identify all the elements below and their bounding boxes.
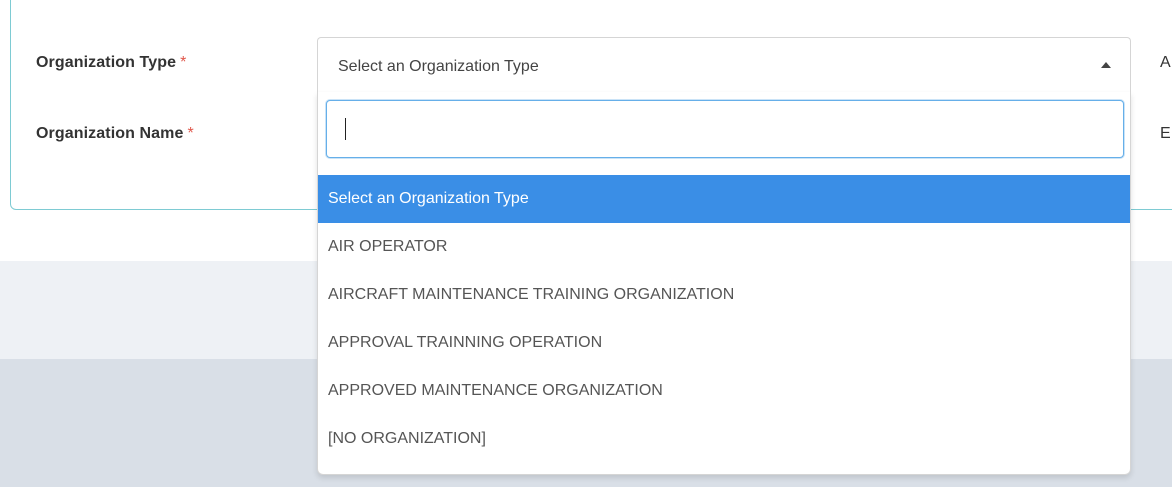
right-column-label-2: E — [1160, 125, 1171, 142]
text-cursor — [345, 118, 346, 140]
caret-up-icon — [1101, 62, 1111, 68]
organization-name-label-text: Organization Name — [36, 125, 184, 142]
select-current-value: Select an Organization Type — [338, 58, 539, 75]
right-column-label-1: A — [1160, 54, 1171, 71]
option-approved-maintenance-organization[interactable]: APPROVED MAINTENANCE ORGANIZATION — [318, 367, 1130, 415]
option-air-operator[interactable]: AIR OPERATOR — [318, 223, 1130, 271]
dropdown-search-input[interactable] — [326, 100, 1124, 158]
organization-type-dropdown: Select an Organization Type AIR OPERATOR… — [317, 92, 1131, 475]
option-list: Select an Organization Type AIR OPERATOR… — [318, 175, 1130, 463]
option-aircraft-maintenance-training-organization[interactable]: AIRCRAFT MAINTENANCE TRAINING ORGANIZATI… — [318, 271, 1130, 319]
organization-type-label-text: Organization Type — [36, 54, 177, 71]
organization-name-label: Organization Name * — [36, 125, 194, 143]
option-select-an-organization-type[interactable]: Select an Organization Type — [318, 175, 1130, 223]
required-asterisk: * — [180, 54, 187, 71]
organization-type-label: Organization Type * — [36, 54, 186, 72]
option-no-organization[interactable]: [NO ORGANIZATION] — [318, 415, 1130, 463]
required-asterisk: * — [187, 125, 194, 142]
organization-type-select[interactable]: Select an Organization Type — [317, 37, 1131, 92]
option-approval-trainning-operation[interactable]: APPROVAL TRAINNING OPERATION — [318, 319, 1130, 367]
